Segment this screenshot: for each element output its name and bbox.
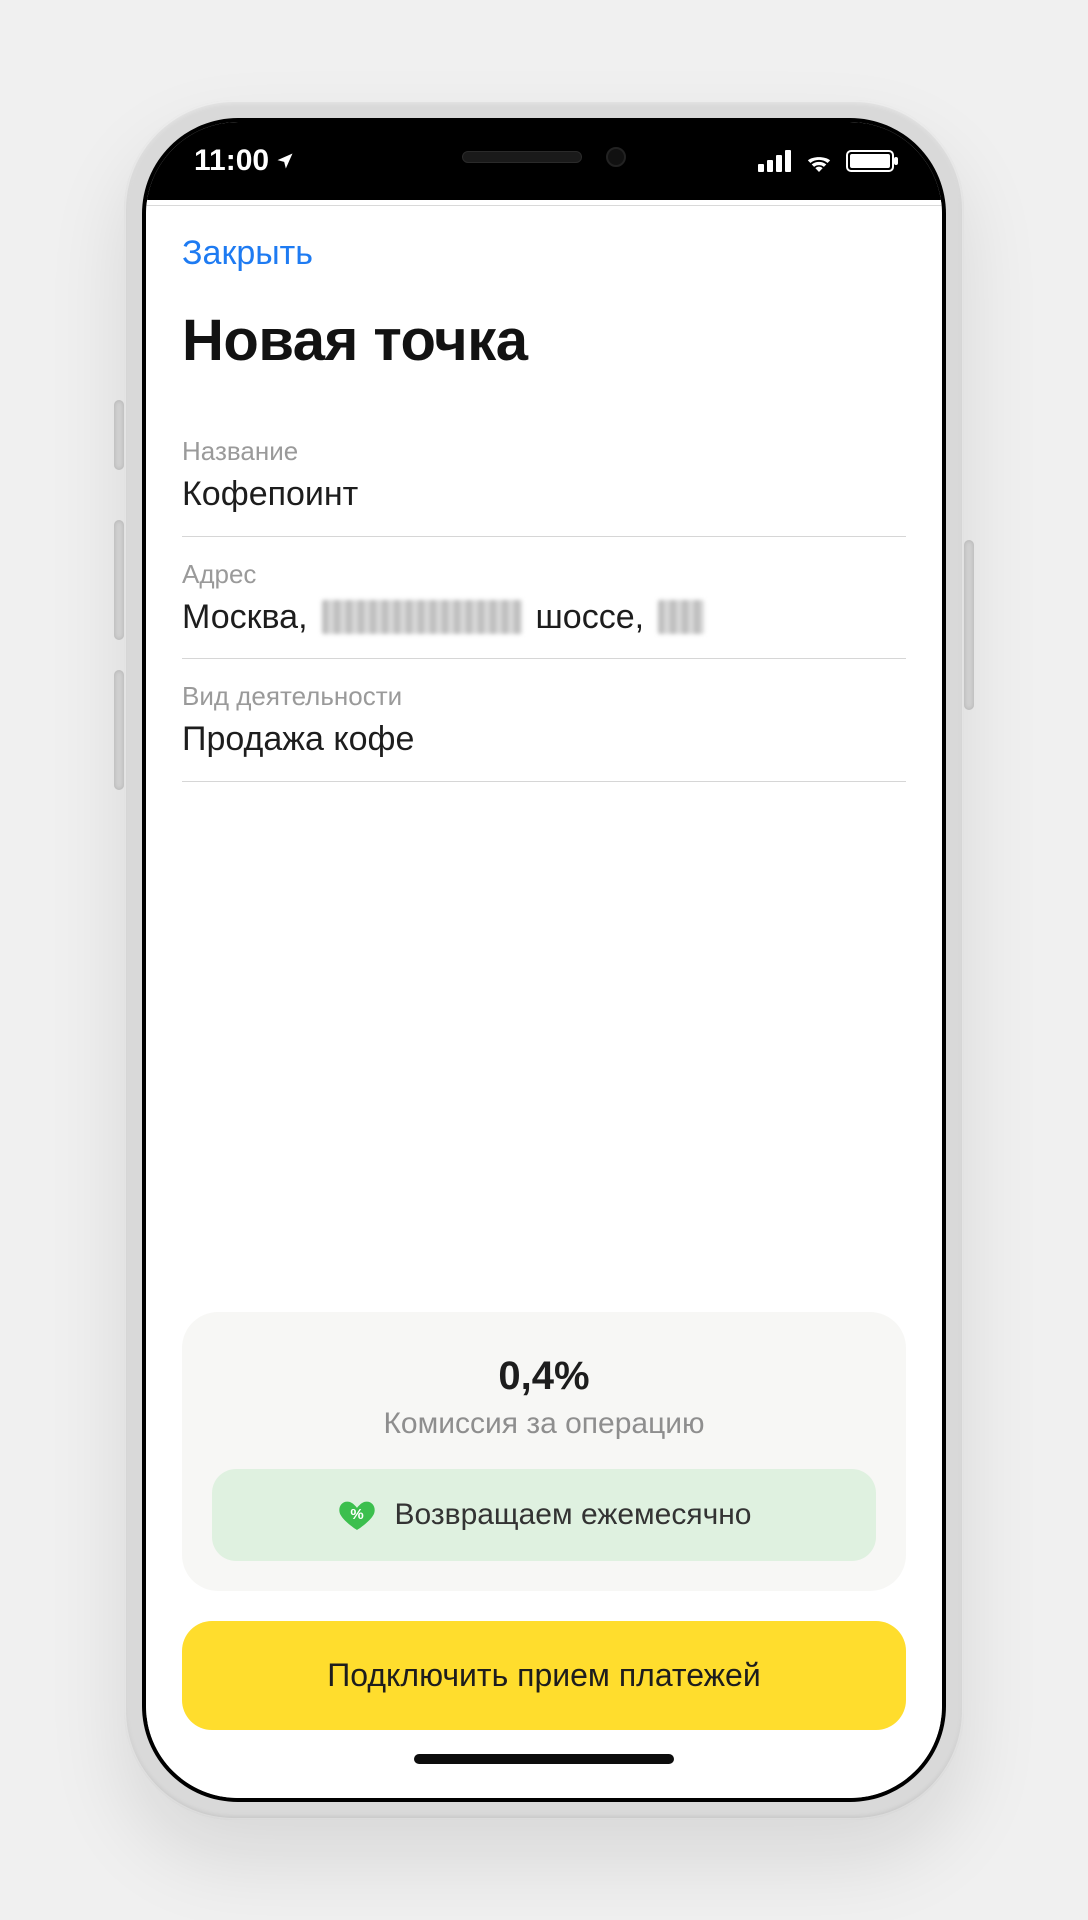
volume-down-button [114,670,124,790]
sheet-content: Закрыть Новая точка Название Кофепоинт А… [146,206,942,1798]
cashback-badge: % Возвращаем ежемесячно [212,1469,876,1561]
page-title: Новая точка [182,307,906,374]
cellular-signal-icon [758,150,792,172]
power-button [964,540,974,710]
field-address-label: Адрес [182,559,906,590]
fee-label: Комиссия за операцию [212,1407,876,1441]
field-activity-label: Вид деятельности [182,681,906,712]
connect-payments-button[interactable]: Подключить прием платежей [182,1621,906,1730]
fee-value: 0,4% [212,1354,876,1399]
speaker-grille [462,151,582,163]
field-address-value: Москва, шоссе, [182,596,906,639]
field-name-value: Кофепоинт [182,473,906,516]
front-camera [606,147,626,167]
phone-screen: 11:00 [146,122,942,1798]
notch [354,122,734,192]
volume-up-button [114,520,124,640]
battery-icon [846,150,894,172]
field-name[interactable]: Название Кофепоинт [182,414,906,537]
address-prefix: Москва, [182,596,308,639]
field-name-label: Название [182,436,906,467]
phone-bezel: 11:00 [142,118,946,1802]
wifi-icon [804,150,834,172]
address-middle: шоссе, [536,596,645,639]
location-icon [275,151,295,171]
mute-switch [114,400,124,470]
field-activity-value: Продажа кофе [182,718,906,761]
close-button[interactable]: Закрыть [182,222,313,283]
fee-card: 0,4% Комиссия за операцию % Возвращаем е… [182,1312,906,1591]
svg-text:%: % [350,1506,363,1523]
cashback-heart-icon: % [337,1495,377,1535]
address-redacted-street [322,600,522,634]
cashback-text: Возвращаем ежемесячно [395,1498,752,1532]
address-redacted-number [658,600,704,634]
field-activity[interactable]: Вид деятельности Продажа кофе [182,659,906,782]
home-indicator[interactable] [414,1754,674,1764]
phone-frame: 11:00 [124,100,964,1820]
field-address[interactable]: Адрес Москва, шоссе, [182,537,906,660]
status-time: 11:00 [194,144,269,178]
